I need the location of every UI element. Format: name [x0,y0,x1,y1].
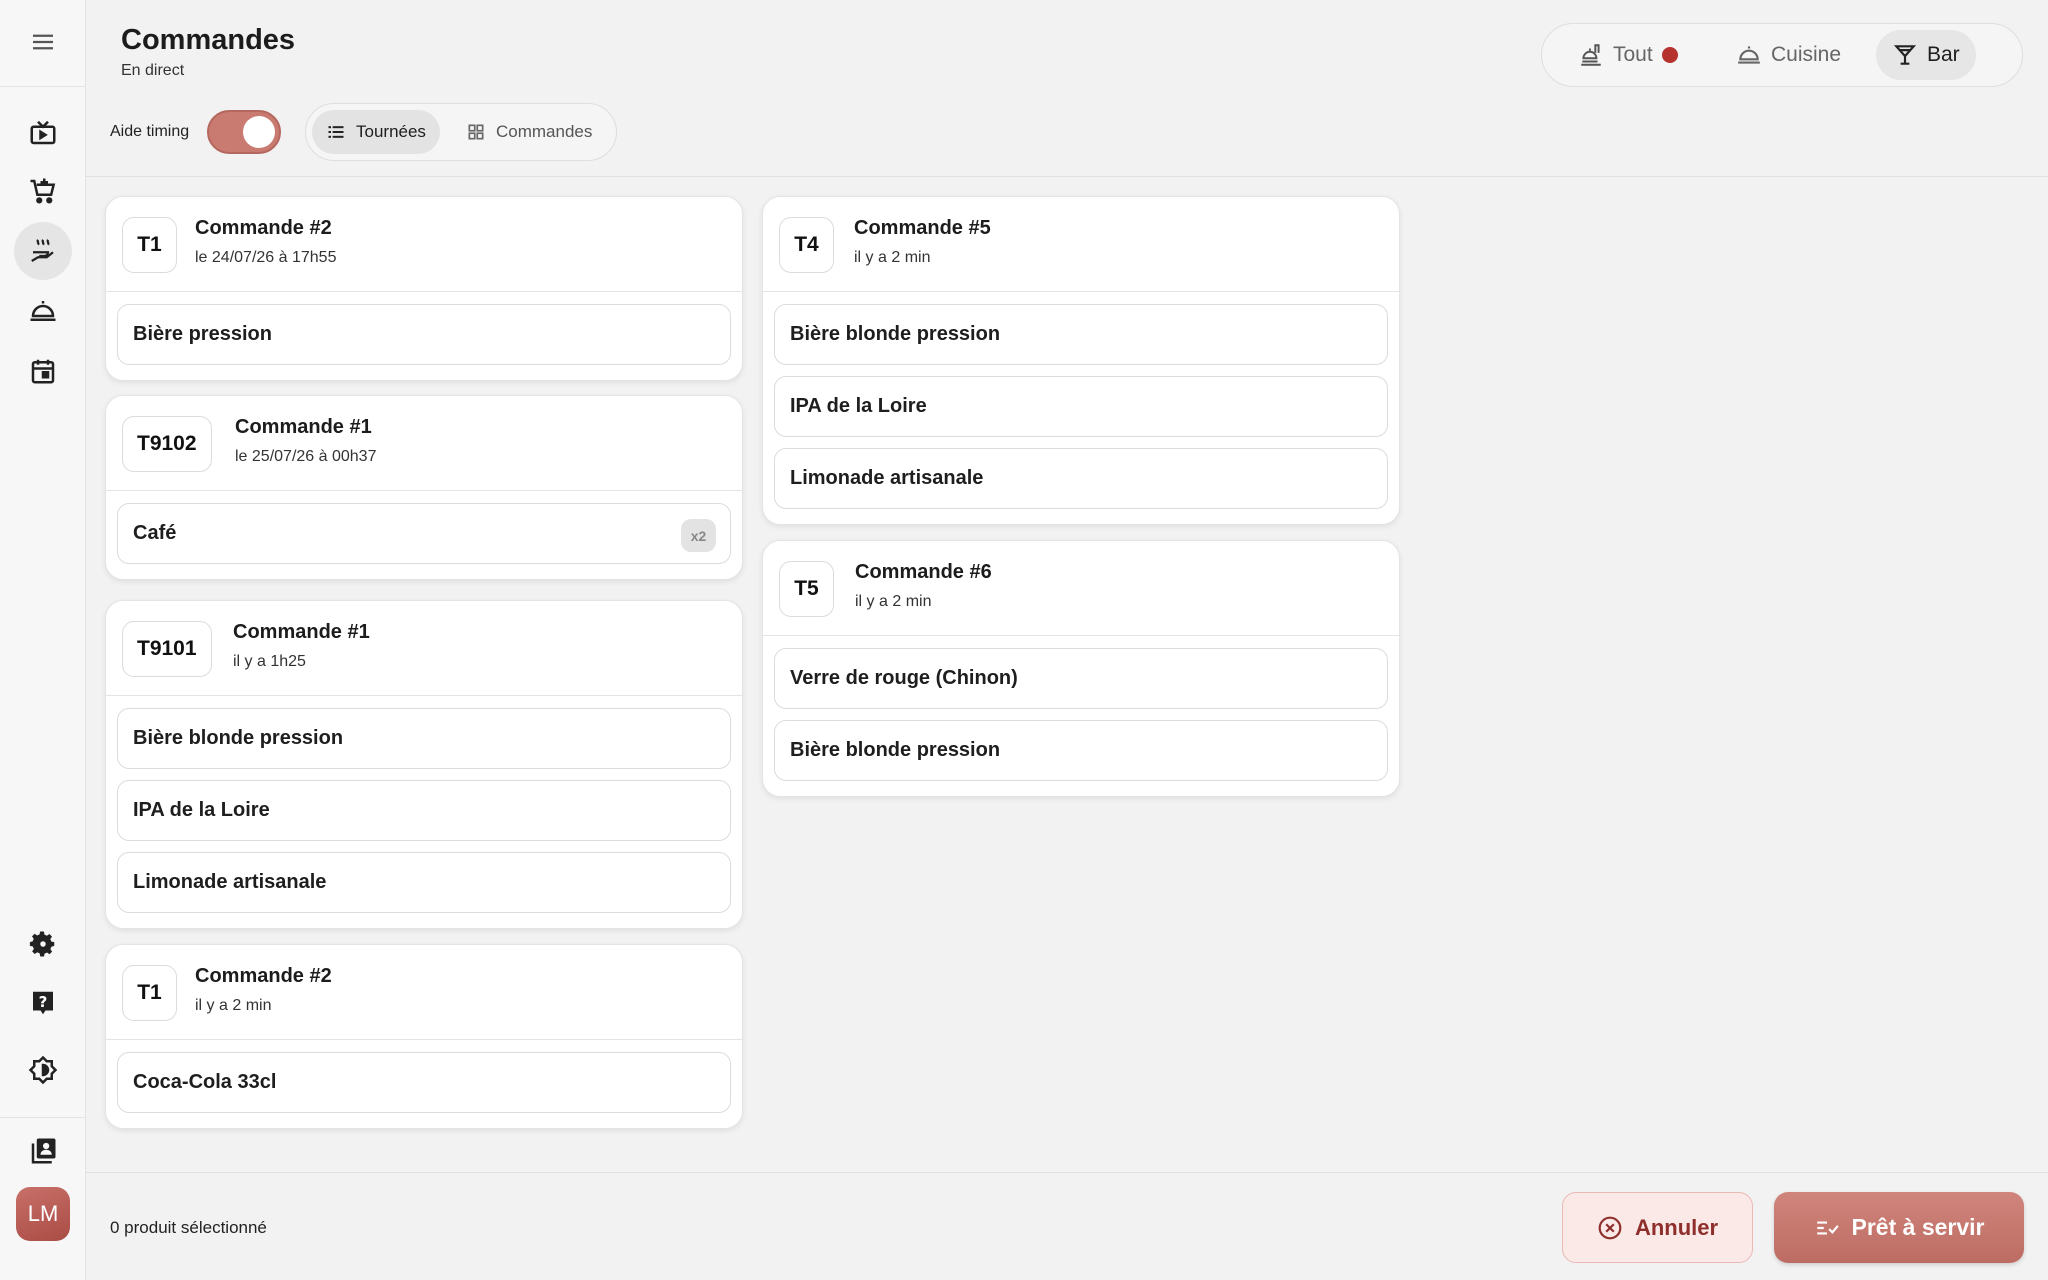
order-title: Commande #2 [195,965,332,987]
filter-label: Cuisine [1771,43,1842,66]
action-footer: 0 produit sélectionné Annuler Prêt à ser… [86,1172,2048,1280]
sidebar: ? LM [0,0,86,1280]
order-title: Commande #5 [854,217,991,239]
cancel-button[interactable]: Annuler [1562,1192,1753,1263]
order-card-header: T1 Commande #2 il y a 2 min [106,945,742,1040]
page-title: Commandes [121,24,296,56]
order-time: il y a 2 min [855,593,932,610]
ready-label: Prêt à servir [1851,1214,1985,1240]
item-name: Bière pression [133,323,272,345]
timing-label: Aide timing [110,123,190,140]
item-name: Limonade artisanale [790,467,984,489]
item-name: Bière blonde pression [790,739,1001,761]
filter-tout[interactable]: Tout [1562,30,1694,80]
table-badge: T9101 [122,621,212,677]
cloche-icon [1738,46,1760,64]
menu-icon[interactable] [14,13,72,71]
tab-label: Commandes [496,122,593,141]
page-subtitle: En direct [121,62,185,79]
filter-bar[interactable]: Bar [1876,30,1976,80]
order-card-header: T4 Commande #5 il y a 2 min [763,197,1399,292]
brightness-icon[interactable] [14,1041,72,1099]
tab-commandes[interactable]: Commandes [452,110,606,154]
table-badge: T4 [779,217,834,273]
selection-count: 0 produit sélectionné [110,1218,267,1237]
order-card-header: T5 Commande #6 il y a 2 min [763,541,1399,636]
cancel-circle-icon [1598,1216,1622,1239]
tab-label: Tournées [356,122,426,141]
help-icon[interactable]: ? [14,974,72,1032]
order-item[interactable]: Coca-Cola 33cl [117,1052,731,1113]
order-time: il y a 1h25 [233,653,306,670]
contacts-book-icon[interactable] [14,1122,72,1180]
grid-icon [468,124,484,140]
order-item[interactable]: Limonade artisanale [774,448,1388,509]
order-item[interactable]: Bière blonde pression [774,720,1388,781]
order-title: Commande #1 [235,416,372,438]
timing-toggle[interactable] [207,110,281,154]
order-card: T1 Commande #2 le 24/07/26 à 17h55 Bière… [105,196,743,381]
dishes-icon [1581,44,1601,66]
item-name: Bière blonde pression [790,323,1001,345]
order-item[interactable]: Bière blonde pression [117,708,731,769]
order-card-header: T9102 Commande #1 le 25/07/26 à 00h37 [106,396,742,491]
item-name: Café [133,522,177,544]
red-dot-icon [1661,47,1678,63]
quantity-badge: x2 [681,519,716,552]
order-card: T4 Commande #5 il y a 2 min Bière blonde… [762,196,1400,525]
toggle-knob [243,116,275,148]
item-name: IPA de la Loire [790,395,927,417]
order-item[interactable]: IPA de la Loire [117,780,731,841]
order-title: Commande #2 [195,217,332,239]
order-title: Commande #1 [233,621,370,643]
item-name: Verre de rouge (Chinon) [790,667,1018,689]
order-card: T1 Commande #2 il y a 2 min Coca-Cola 33… [105,944,743,1129]
avatar[interactable]: LM [16,1187,70,1241]
item-name: Limonade artisanale [133,871,327,893]
order-item[interactable]: Bière pression [117,304,731,365]
cancel-label: Annuler [1634,1214,1719,1240]
svg-text:?: ? [39,993,48,1011]
order-item[interactable]: IPA de la Loire [774,376,1388,437]
list-icon [328,126,344,138]
cocktail-icon [1893,45,1917,65]
order-card-header: T9101 Commande #1 il y a 1h25 [106,601,742,696]
order-title: Commande #6 [855,561,992,583]
order-card-header: T1 Commande #2 le 24/07/26 à 17h55 [106,197,742,292]
filter-label: Bar [1927,43,1960,66]
live-tv-icon[interactable] [14,104,72,162]
filter-cuisine[interactable]: Cuisine [1720,30,1857,80]
item-name: Coca-Cola 33cl [133,1071,277,1093]
order-item[interactable]: Bière blonde pression [774,304,1388,365]
ready-to-serve-button[interactable]: Prêt à servir [1774,1192,2024,1263]
order-time: il y a 2 min [854,249,931,266]
item-name: Bière blonde pression [133,727,344,749]
checklist-icon [1816,1221,1839,1234]
cloche-icon[interactable] [14,282,72,340]
order-time: il y a 2 min [195,997,272,1014]
order-time: le 25/07/26 à 00h37 [235,448,377,465]
filter-label: Tout [1613,43,1653,66]
settings-icon[interactable] [14,915,72,973]
order-time: le 24/07/26 à 17h55 [195,249,337,266]
table-badge: T1 [122,217,177,273]
view-switcher: Tournées Commandes [305,103,617,161]
tab-tournees[interactable]: Tournées [312,110,440,154]
cart-add-icon[interactable] [14,162,72,220]
order-item[interactable]: Café x2 [117,503,731,564]
station-filter: Tout Cuisine Bar [1541,23,2023,87]
table-badge: T1 [122,965,177,1021]
order-card: T9101 Commande #1 il y a 1h25 Bière blon… [105,600,743,929]
order-card: T5 Commande #6 il y a 2 min Verre de rou… [762,540,1400,797]
order-item[interactable]: Limonade artisanale [117,852,731,913]
cook-hand-icon[interactable] [14,222,72,280]
header: Commandes En direct Aide timing Tournées… [86,0,2048,177]
table-badge: T9102 [122,416,212,472]
item-name: IPA de la Loire [133,799,270,821]
order-card: T9102 Commande #1 le 25/07/26 à 00h37 Ca… [105,395,743,580]
calendar-icon[interactable] [14,342,72,400]
table-badge: T5 [779,561,834,617]
order-item[interactable]: Verre de rouge (Chinon) [774,648,1388,709]
